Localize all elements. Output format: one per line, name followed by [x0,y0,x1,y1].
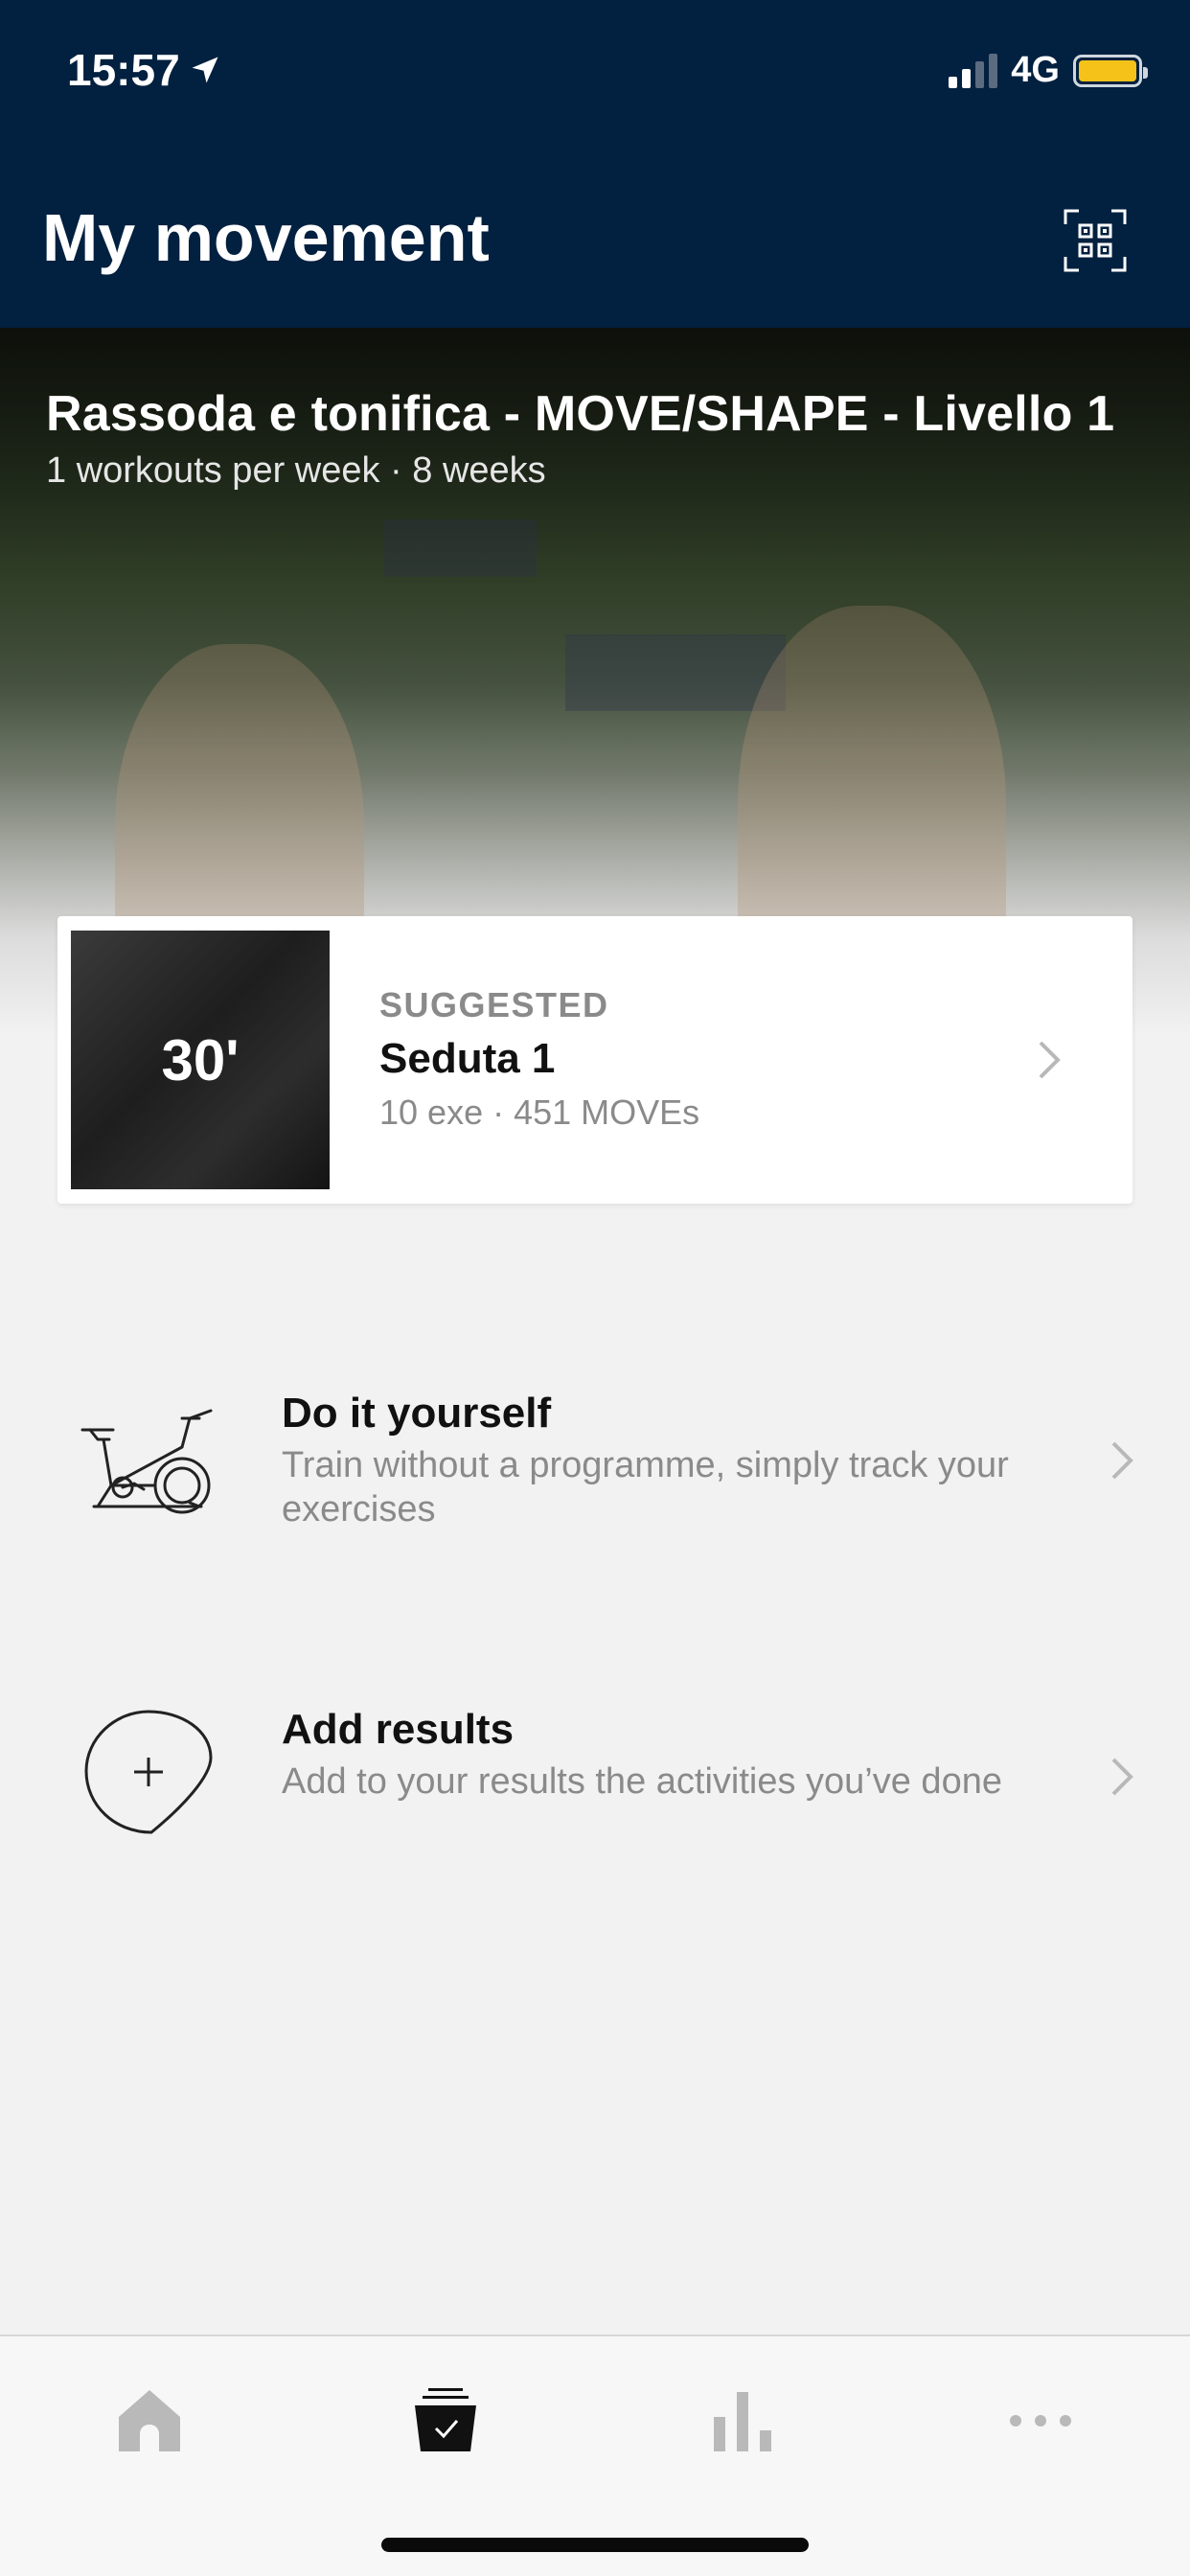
suggested-workout-card[interactable]: 30' SUGGESTED Seduta 1 10 exe · 451 MOVE… [57,916,1133,1204]
workout-calendar-icon[interactable] [407,2382,484,2459]
cellular-signal-icon [949,53,998,88]
exercise-bike-icon [80,1409,213,1514]
workout-duration: 30' [161,1027,240,1092]
chevron-right-icon [1111,1758,1133,1796]
more-dots-icon[interactable] [1002,2382,1079,2459]
add-result-icon [84,1710,213,1834]
do-it-yourself-title: Do it yourself [282,1390,552,1437]
home-indicator[interactable] [381,2538,809,2552]
workout-thumbnail: 30' [71,931,330,1189]
workout-meta: 10 exe · 451 MOVEs [379,1092,700,1132]
network-type: 4G [1011,50,1060,90]
home-icon[interactable] [111,2382,188,2459]
battery-icon [1073,54,1148,87]
workout-title: Seduta 1 [379,1035,556,1082]
location-arrow-icon [192,57,218,83]
suggested-label: SUGGESTED [379,985,609,1024]
program-subtitle: 1 workouts per week · 8 weeks [46,450,546,491]
chevron-right-icon [1111,1441,1133,1480]
do-it-yourself-row[interactable]: Do it yourself Train without a programme… [0,1351,1190,1572]
page-title: My movement [42,200,490,275]
qr-code-scan-icon[interactable] [1064,209,1127,272]
bar-chart-icon[interactable] [704,2382,781,2459]
status-time-label: 15:57 [67,45,180,95]
add-results-title: Add results [282,1706,515,1753]
add-results-description: Add to your results the activities you’v… [282,1761,1002,1802]
header-bar: 15:57 4G My movement [0,0,1190,328]
add-results-row[interactable]: Add results Add to your results the acti… [0,1668,1190,1888]
screen: 15:57 4G My movement Rassoda e tonifica … [0,0,1190,2576]
chevron-right-icon [1039,1041,1061,1079]
status-time: 15:57 [67,44,222,96]
do-it-yourself-description: Train without a programme, simply track … [282,1445,1009,1530]
program-title: Rassoda e tonifica - MOVE/SHAPE - Livell… [46,386,1115,442]
status-indicators: 4G [949,50,1148,91]
